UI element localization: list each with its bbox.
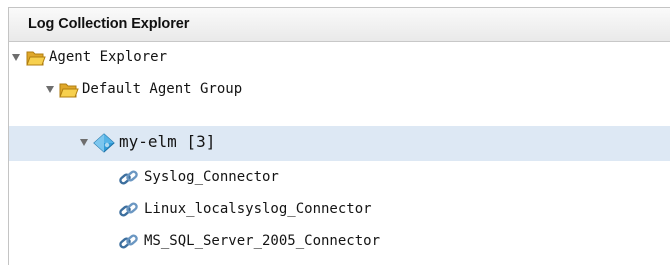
expand-arrow-icon[interactable] (80, 139, 88, 146)
tree-node-label: my-elm [3] (119, 132, 216, 151)
tree-node-label: Syslog_Connector (144, 169, 279, 185)
tree-node-connector[interactable]: MS_SQL_Server_2005_Connector (9, 226, 670, 258)
connector-link-icon (119, 233, 139, 251)
panel-header: Log Collection Explorer (8, 7, 670, 42)
connector-link-icon (119, 201, 139, 219)
tree-node-connector[interactable]: Linux_localsyslog_Connector (9, 194, 670, 226)
panel-title: Log Collection Explorer (28, 16, 190, 32)
tree-node-my-elm[interactable]: my-elm [3] (9, 126, 670, 161)
tree-node-label: MS_SQL_Server_2005_Connector (144, 233, 381, 249)
tree-node-connector[interactable]: Syslog_Connector (9, 162, 670, 194)
expand-arrow-icon[interactable] (46, 86, 54, 93)
connector-link-icon (119, 169, 139, 187)
tree-node-agent-explorer[interactable]: Agent Explorer (9, 42, 670, 74)
log-collection-explorer-panel: Log Collection Explorer Agent Explorer D… (0, 0, 670, 265)
tree-node-default-agent-group[interactable]: Default Agent Group (9, 74, 670, 106)
tree-node-label: Agent Explorer (49, 49, 168, 65)
open-folder-icon (59, 81, 79, 99)
explorer-tree: Agent Explorer Default Agent Group my-el… (8, 42, 670, 265)
tree-node-label: Linux_localsyslog_Connector (144, 201, 372, 217)
top-edge (0, 0, 670, 7)
open-folder-icon (26, 49, 46, 67)
tree-node-label: Default Agent Group (82, 81, 243, 97)
blue-diamond-agent-icon (93, 133, 115, 153)
expand-arrow-icon[interactable] (12, 54, 20, 61)
